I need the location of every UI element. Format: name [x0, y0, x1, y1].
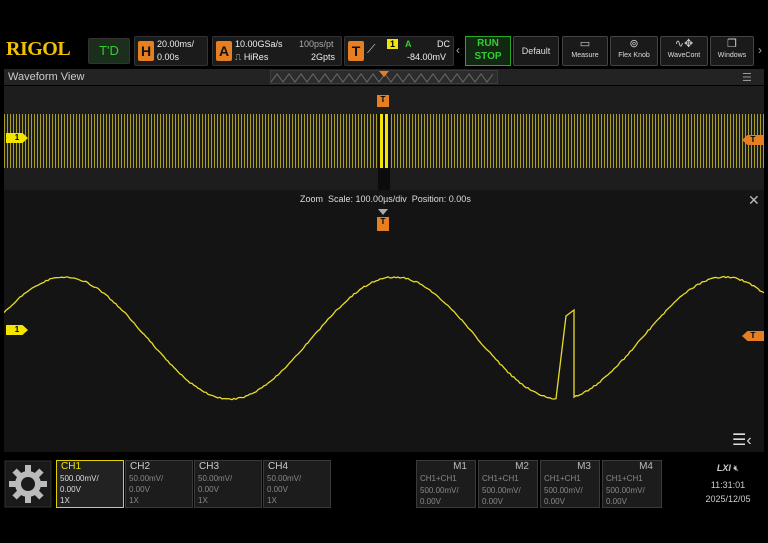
m1-expr: CH1+CH1	[420, 474, 457, 483]
ch3-name: CH3	[199, 461, 219, 472]
rising-edge-icon: ⟋	[367, 42, 375, 57]
m4-scale: 500.00mV/	[606, 486, 645, 495]
ch2-offset: 0.00V	[129, 485, 150, 494]
rigol-logo: RIGOL	[6, 38, 70, 61]
trigger-source: 1	[387, 39, 398, 49]
default-button[interactable]: Default	[513, 36, 559, 66]
status-clock[interactable]: LXI 🔇︎ 11:31:01 2025/12/05	[690, 460, 766, 508]
ch2-card[interactable]: CH2 50.00mV/ 0.00V 1X	[125, 460, 193, 508]
trigger-time-marker-zoom[interactable]: T	[377, 217, 389, 231]
m2-offset: 0.00V	[482, 497, 503, 506]
scroll-left-icon[interactable]: ‹	[453, 36, 463, 64]
trigger-time-marker-overview[interactable]: T	[377, 95, 389, 107]
horizontal-offset: 0.00s	[157, 52, 179, 62]
wave-icon: ∿✥	[661, 37, 707, 52]
m4-card[interactable]: M4 CH1+CH1 500.00mV/ 0.00V	[602, 460, 662, 508]
horizontal-panel[interactable]: H 20.00ms/ 0.00s	[134, 36, 208, 66]
ch2-name: CH2	[130, 461, 150, 472]
trigger-position-arrow-icon	[379, 71, 389, 77]
scroll-right-icon[interactable]: ›	[755, 36, 765, 64]
m2-scale: 500.00mV/	[482, 486, 521, 495]
speaker-muted-icon: 🔇︎	[733, 463, 739, 473]
windows-icon: ❐	[711, 37, 753, 52]
windows-button[interactable]: ❐ Windows	[710, 36, 754, 66]
status-icons: LXI 🔇︎	[690, 463, 766, 474]
zoom-trigger-arrow-icon	[378, 209, 388, 215]
knob-icon: ⊚	[611, 37, 657, 52]
ch1-probe: 1X	[60, 496, 70, 505]
trigger-mode: A	[405, 39, 412, 49]
ch4-card[interactable]: CH4 50.00mV/ 0.00V 1X	[263, 460, 331, 508]
ch4-probe: 1X	[267, 496, 277, 505]
zoom-info: Zoom Scale: 100.00µs/div Position: 0.00s	[300, 194, 471, 204]
m4-offset: 0.00V	[606, 497, 627, 506]
m2-expr: CH1+CH1	[482, 474, 519, 483]
m3-name: M3	[577, 461, 591, 472]
m1-scale: 500.00mV/	[420, 486, 459, 495]
wavecont-button[interactable]: ∿✥ WaveCont	[660, 36, 708, 66]
m3-scale: 500.00mV/	[544, 486, 583, 495]
ch2-probe: 1X	[129, 496, 139, 505]
close-zoom-icon[interactable]: ✕	[748, 192, 760, 209]
m3-card[interactable]: M3 CH1+CH1 500.00mV/ 0.00V	[540, 460, 600, 508]
trigger-coupling: DC	[437, 39, 450, 49]
sample-rate: 10.00GSa/s	[235, 39, 283, 49]
zoom-scale: Scale: 100.00µs/div	[328, 194, 407, 204]
lxi-logo: LXI	[717, 463, 731, 473]
ch1-offset: 0.00V	[60, 485, 81, 494]
m2-card[interactable]: M2 CH1+CH1 500.00mV/ 0.00V	[478, 460, 538, 508]
waveform-view-title: Waveform View	[8, 71, 84, 83]
m4-name: M4	[639, 461, 653, 472]
points-per: 100ps/pt	[299, 39, 334, 49]
ch1-scale: 500.00mV/	[60, 474, 99, 483]
m1-card[interactable]: M1 CH1+CH1 500.00mV/ 0.00V	[416, 460, 476, 508]
stop-label: STOP	[466, 50, 510, 63]
flex-knob-button[interactable]: ⊚ Flex Knob	[610, 36, 658, 66]
ch4-scale: 50.00mV/	[267, 474, 301, 483]
trigger-status-indicator[interactable]: T'D	[88, 38, 130, 64]
m3-expr: CH1+CH1	[544, 474, 581, 483]
ch4-offset: 0.00V	[267, 485, 288, 494]
memory-depth: 2Gpts	[311, 52, 335, 62]
acquire-badge: A	[216, 41, 232, 61]
m2-name: M2	[515, 461, 529, 472]
pulse-icon: ⎍	[235, 52, 244, 62]
ch3-probe: 1X	[198, 496, 208, 505]
m4-expr: CH1+CH1	[606, 474, 643, 483]
horizontal-badge: H	[138, 41, 154, 61]
ch1-name: CH1	[61, 461, 81, 472]
m1-name: M1	[453, 461, 467, 472]
clock-date: 2025/12/05	[690, 494, 766, 504]
measure-button[interactable]: ▭ Measure	[562, 36, 608, 66]
acquire-panel[interactable]: A 10.00GSa/s ⎍ HiRes 100ps/pt 2Gpts	[212, 36, 342, 66]
clock-time: 11:31:01	[690, 480, 766, 490]
ch3-offset: 0.00V	[198, 485, 219, 494]
trigger-level: -84.00mV	[407, 52, 446, 62]
run-stop-button[interactable]: RUN STOP	[465, 36, 511, 66]
acq-mode-label: ⎍ HiRes	[235, 52, 268, 63]
run-label: RUN	[466, 37, 510, 50]
ruler-icon: ▭	[563, 37, 607, 52]
ch4-name: CH4	[268, 461, 288, 472]
menu-icon[interactable]: ☰	[742, 71, 752, 84]
ch3-scale: 50.00mV/	[198, 474, 232, 483]
timebase-value: 20.00ms/	[157, 39, 194, 49]
zoom-label: Zoom	[300, 194, 323, 204]
ch2-scale: 50.00mV/	[129, 474, 163, 483]
settings-gear-icon[interactable]	[4, 460, 52, 508]
zoom-position: Position: 0.00s	[412, 194, 471, 204]
ch1-card[interactable]: CH1 500.00mV/ 0.00V 1X	[56, 460, 124, 508]
collapse-menu-icon[interactable]: ☰‹	[732, 430, 752, 450]
ch3-card[interactable]: CH3 50.00mV/ 0.00V 1X	[194, 460, 262, 508]
m1-offset: 0.00V	[420, 497, 441, 506]
trigger-panel[interactable]: T ⟋ 1 A DC -84.00mV	[344, 36, 454, 66]
m3-offset: 0.00V	[544, 497, 565, 506]
trigger-badge: T	[348, 41, 364, 61]
